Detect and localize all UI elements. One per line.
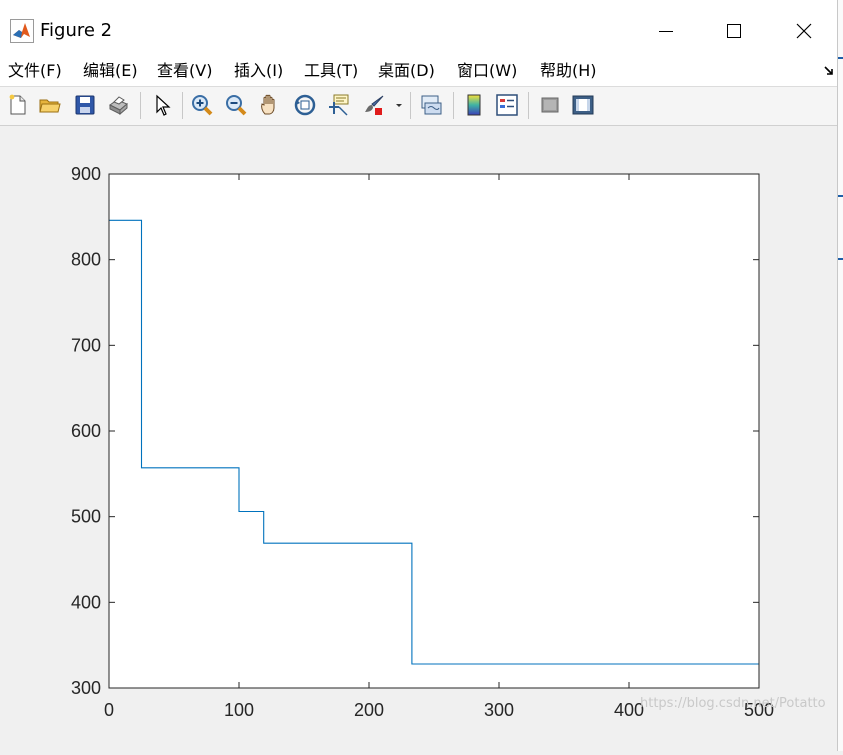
maximize-button[interactable] bbox=[699, 12, 769, 50]
x-tick-label: 300 bbox=[484, 700, 514, 720]
line-chart[interactable]: 0 100 200 300 400 500300400500600700800900 bbox=[0, 125, 837, 751]
watermark-text: https://blog.csdn.net/Potatto bbox=[640, 696, 826, 711]
zoom-out-icon[interactable] bbox=[224, 93, 248, 117]
colorbar-icon[interactable] bbox=[462, 93, 486, 117]
menu-help[interactable]: 帮助(H) bbox=[540, 60, 597, 82]
menu-insert[interactable]: 插入(I) bbox=[234, 60, 283, 82]
minimize-icon bbox=[659, 30, 673, 32]
brush-icon[interactable] bbox=[362, 93, 386, 117]
toolbar-separator bbox=[140, 92, 141, 119]
menu-window[interactable]: 窗口(W) bbox=[457, 60, 517, 82]
y-tick-label: 600 bbox=[71, 421, 101, 441]
dock-arrow-icon[interactable] bbox=[822, 63, 836, 77]
menu-desktop[interactable]: 桌面(D) bbox=[378, 60, 435, 82]
x-tick-label: 0 bbox=[104, 700, 114, 720]
y-tick-label: 800 bbox=[71, 250, 101, 270]
open-folder-icon[interactable] bbox=[38, 93, 62, 117]
window-edge bbox=[837, 0, 843, 751]
minimize-button[interactable] bbox=[631, 12, 701, 50]
window-title: Figure 2 bbox=[40, 20, 113, 41]
data-cursor-icon[interactable] bbox=[327, 93, 351, 117]
rotate-3d-icon[interactable] bbox=[293, 93, 317, 117]
edge-mark bbox=[838, 258, 843, 260]
y-tick-label: 700 bbox=[71, 335, 101, 355]
menu-tools[interactable]: 工具(T) bbox=[304, 60, 358, 82]
title-bar: Figure 2 bbox=[0, 0, 837, 60]
x-tick-label: 100 bbox=[224, 700, 254, 720]
menu-file[interactable]: 文件(F) bbox=[8, 60, 62, 82]
maximize-icon bbox=[727, 24, 741, 38]
toolbar-separator bbox=[410, 92, 411, 119]
save-icon[interactable] bbox=[73, 93, 97, 117]
toolbar-separator bbox=[528, 92, 529, 119]
figure-toolbar bbox=[0, 86, 837, 126]
hide-plot-tools-icon[interactable] bbox=[538, 93, 562, 117]
y-tick-label: 400 bbox=[71, 592, 101, 612]
close-icon bbox=[796, 23, 812, 39]
zoom-in-icon[interactable] bbox=[190, 93, 214, 117]
axes-background bbox=[109, 174, 759, 688]
link-plot-icon[interactable] bbox=[419, 93, 443, 117]
toolbar-separator bbox=[182, 92, 183, 119]
menu-view[interactable]: 查看(V) bbox=[157, 60, 212, 82]
figure-canvas: 0 100 200 300 400 500 300 400 500 600 700 800 900 bbox=[0, 125, 837, 751]
y-tick-label: 500 bbox=[71, 507, 101, 527]
new-figure-icon[interactable] bbox=[6, 93, 30, 117]
brush-dropdown-icon[interactable] bbox=[392, 93, 406, 117]
edge-mark bbox=[838, 57, 843, 59]
menu-bar: 文件(F) 编辑(E) 查看(V) 插入(I) 工具(T) 桌面(D) 窗口(W… bbox=[0, 60, 837, 86]
toolbar-separator bbox=[453, 92, 454, 119]
menu-edit[interactable]: 编辑(E) bbox=[83, 60, 138, 82]
pointer-icon[interactable] bbox=[151, 93, 175, 117]
close-button[interactable] bbox=[769, 12, 839, 50]
x-tick-label: 200 bbox=[354, 700, 384, 720]
y-tick-label: 900 bbox=[71, 164, 101, 184]
show-plot-tools-icon[interactable] bbox=[571, 93, 595, 117]
print-icon[interactable] bbox=[106, 93, 130, 117]
y-tick-label: 300 bbox=[71, 678, 101, 698]
pan-hand-icon[interactable] bbox=[258, 93, 282, 117]
edge-mark bbox=[838, 195, 843, 197]
legend-icon[interactable] bbox=[495, 93, 519, 117]
matlab-logo-icon bbox=[10, 19, 34, 43]
